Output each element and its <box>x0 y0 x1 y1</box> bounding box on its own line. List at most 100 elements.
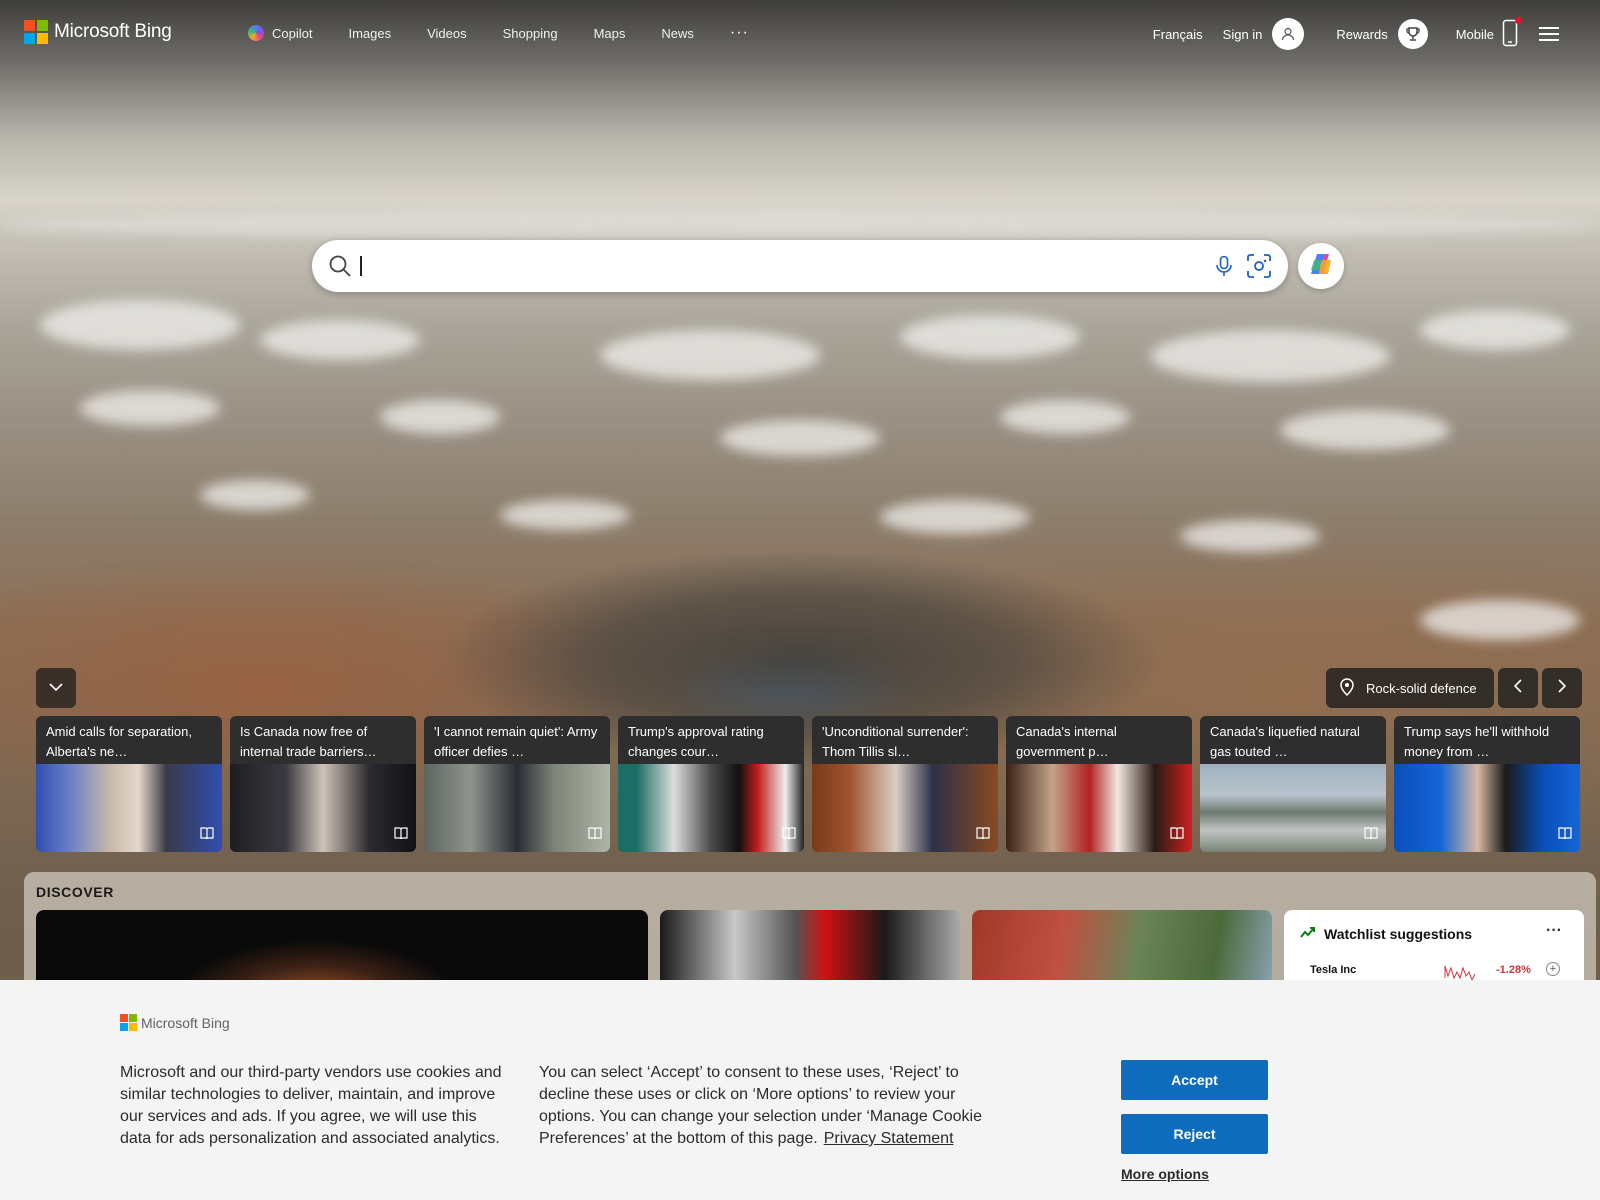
language-link[interactable]: Français <box>1153 27 1203 42</box>
read-icon <box>782 826 796 844</box>
chevron-left-icon <box>1513 678 1523 699</box>
news-card[interactable]: 'Unconditional surrender': Thom Tillis s… <box>812 716 998 852</box>
read-icon <box>1170 826 1184 844</box>
nav-label: Videos <box>427 25 467 41</box>
news-card-title: Canada's liquefied natural gas touted … <box>1200 716 1386 764</box>
copilot-icon <box>248 25 264 41</box>
news-card[interactable]: Canada's liquefied natural gas touted … <box>1200 716 1386 852</box>
nav-label: Images <box>348 25 392 41</box>
brand-name: Microsoft Bing <box>54 21 172 42</box>
news-card-image <box>36 764 222 852</box>
sign-in-button[interactable]: Sign in <box>1223 18 1305 50</box>
privacy-statement-link[interactable]: Privacy Statement <box>824 1130 954 1147</box>
image-info-button[interactable]: Rock-solid defence <box>1326 668 1494 708</box>
cookie-options-text: You can select ‘Accept’ to consent to th… <box>539 1062 999 1150</box>
nav-news[interactable]: News <box>661 26 694 41</box>
watchlist-card: Watchlist suggestions ··· Tesla Inc -1.2… <box>1284 910 1584 990</box>
bing-logo[interactable]: Microsoft Bing <box>24 20 172 44</box>
nav-label: Shopping <box>502 25 558 41</box>
news-card[interactable]: Is Canada now free of internal trade bar… <box>230 716 416 852</box>
mobile-label: Mobile <box>1455 26 1494 42</box>
news-card-image <box>230 764 416 852</box>
watchlist-title: Watchlist suggestions <box>1324 926 1473 942</box>
nav-label: Copilot <box>272 25 313 41</box>
chevron-down-icon <box>49 679 63 697</box>
next-arrow-button[interactable] <box>1542 668 1582 708</box>
news-carousel: Amid calls for separation, Alberta's ne…… <box>36 716 1588 852</box>
rewards-label: Rewards <box>1336 26 1388 42</box>
watchlist-more-button[interactable]: ··· <box>1546 922 1562 940</box>
rewards-trophy-icon <box>1397 19 1428 49</box>
mobile-button[interactable]: Mobile <box>1455 16 1522 50</box>
copilot-button[interactable] <box>1298 243 1344 289</box>
image-info-label: Rock-solid defence <box>1366 680 1477 696</box>
add-icon[interactable]: + <box>1546 962 1560 976</box>
cookie-description: Microsoft and our third-party vendors us… <box>120 1064 502 1147</box>
news-card-title: Canada's internal government p… <box>1006 716 1192 764</box>
news-card-title: Is Canada now free of internal trade bar… <box>230 716 416 764</box>
stock-chart-icon <box>1300 926 1316 942</box>
news-card-image <box>812 764 998 852</box>
nav-more-button[interactable]: ··· <box>730 24 749 42</box>
discover-card[interactable] <box>972 910 1272 990</box>
nav-videos[interactable]: Videos <box>427 26 467 41</box>
search-icon[interactable] <box>328 254 352 283</box>
discover-card[interactable] <box>36 910 648 990</box>
nav-label: News <box>661 25 694 41</box>
nav-label: Maps <box>593 25 626 41</box>
news-card[interactable]: Amid calls for separation, Alberta's ne… <box>36 716 222 852</box>
nav-shopping[interactable]: Shopping <box>503 26 558 41</box>
search-box[interactable] <box>312 240 1288 292</box>
more-options-link[interactable]: More options <box>1121 1166 1209 1182</box>
top-header: Microsoft Bing Copilot Images Videos Sho… <box>0 0 1600 66</box>
news-card-image <box>1200 764 1386 852</box>
read-icon <box>976 826 990 844</box>
stock-name: Tesla Inc <box>1310 964 1357 976</box>
phone-icon <box>1502 16 1522 50</box>
cookie-brand-logo: Microsoft Bing <box>120 1014 230 1031</box>
reject-button[interactable]: Reject <box>1121 1114 1268 1154</box>
microphone-icon[interactable] <box>1212 254 1236 283</box>
nav-maps[interactable]: Maps <box>594 26 626 41</box>
notification-dot <box>1515 16 1522 24</box>
nav-images[interactable]: Images <box>348 26 391 41</box>
news-card-image <box>424 764 610 852</box>
news-card-image <box>1006 764 1192 852</box>
stock-change: -1.28% <box>1496 964 1531 976</box>
rewards-button[interactable]: Rewards <box>1336 19 1428 49</box>
chevron-right-icon <box>1557 678 1567 699</box>
search-input[interactable] <box>360 250 1180 282</box>
read-icon <box>1364 826 1378 844</box>
visual-search-icon[interactable] <box>1246 253 1272 284</box>
read-icon <box>588 826 602 844</box>
read-icon <box>394 826 408 844</box>
collapse-button[interactable] <box>36 668 76 708</box>
cookie-brand-name: Microsoft Bing <box>141 1014 230 1031</box>
sparkline-icon <box>1444 965 1476 980</box>
header-right: Français Sign in Rewards Mobile <box>1153 16 1600 50</box>
previous-arrow-button[interactable] <box>1498 668 1538 708</box>
news-card-title: Amid calls for separation, Alberta's ne… <box>36 716 222 764</box>
read-icon <box>200 826 214 844</box>
avatar-icon <box>1272 18 1305 50</box>
news-card[interactable]: Trump's approval rating changes cour… <box>618 716 804 852</box>
news-card-title: Trump's approval rating changes cour… <box>618 716 804 764</box>
news-card-title: Trump says he'll withhold money from … <box>1394 716 1580 764</box>
read-icon <box>1558 826 1572 844</box>
hamburger-menu-icon[interactable] <box>1538 26 1560 42</box>
nav-copilot[interactable]: Copilot <box>248 25 312 41</box>
news-card[interactable]: Trump says he'll withhold money from … <box>1394 716 1580 852</box>
news-card[interactable]: 'I cannot remain quiet': Army officer de… <box>424 716 610 852</box>
text-caret <box>360 256 362 276</box>
news-card-image <box>1394 764 1580 852</box>
news-card-image <box>618 764 804 852</box>
top-nav: Copilot Images Videos Shopping Maps News… <box>248 24 785 42</box>
watchlist-header: Watchlist suggestions <box>1300 926 1472 942</box>
discover-card[interactable] <box>660 910 960 990</box>
news-card[interactable]: Canada's internal government p… <box>1006 716 1192 852</box>
microsoft-logo-icon <box>120 1014 137 1031</box>
accept-button[interactable]: Accept <box>1121 1060 1268 1100</box>
discover-heading: DISCOVER <box>36 884 114 900</box>
news-card-title: 'I cannot remain quiet': Army officer de… <box>424 716 610 764</box>
news-card-title: 'Unconditional surrender': Thom Tillis s… <box>812 716 998 764</box>
